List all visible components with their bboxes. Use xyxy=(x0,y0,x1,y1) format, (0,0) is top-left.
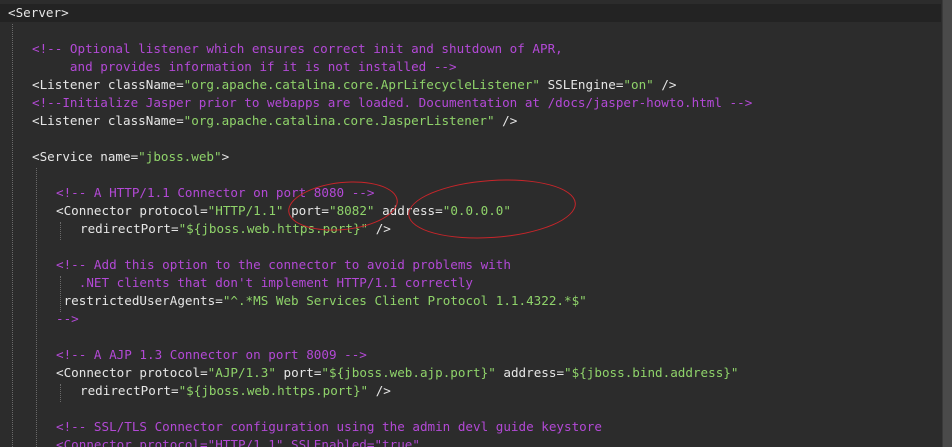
code-line[interactable]: <Listener className="org.apache.catalina… xyxy=(32,112,517,130)
code-token-cmt: --> xyxy=(56,311,79,326)
code-token-cmt: <!-- A HTTP/1.1 Connector on port 8080 -… xyxy=(56,185,375,200)
code-token-val: "${jboss.web.https.port}" xyxy=(178,383,369,398)
code-line[interactable]: redirectPort="${jboss.web.https.port}" /… xyxy=(80,220,391,238)
code-token-attr: protocol= xyxy=(139,365,208,380)
code-line[interactable]: --> xyxy=(56,310,79,328)
code-token-val: "jboss.web" xyxy=(138,149,222,164)
code-token-val: "on" xyxy=(623,77,654,92)
code-token-tag: <Connector xyxy=(56,365,140,380)
code-token-attr: className= xyxy=(107,77,184,92)
code-token-cmt: <!-- Optional listener which ensures cor… xyxy=(32,41,563,56)
code-token-val: "${jboss.bind.address}" xyxy=(564,365,739,380)
code-token-tag: <Listener xyxy=(32,113,108,128)
code-token-val: "org.apache.catalina.core.JasperListener… xyxy=(183,113,495,128)
code-line[interactable]: <Connector protocol="AJP/1.3" port="${jb… xyxy=(56,364,738,382)
vertical-scrollbar[interactable] xyxy=(942,0,952,447)
code-token-cmt: <Connector protocol="HTTP/1.1" SSLEnable… xyxy=(56,437,420,447)
code-line[interactable]: <Listener className="org.apache.catalina… xyxy=(32,76,677,94)
code-token-tag: <Server> xyxy=(8,5,69,20)
code-line[interactable]: <!-- SSL/TLS Connector configuration usi… xyxy=(56,418,602,436)
code-line[interactable]: <!-- A HTTP/1.1 Connector on port 8080 -… xyxy=(56,184,374,202)
code-token-cmt: .NET clients that don't implement HTTP/1… xyxy=(56,275,474,290)
code-token-tag: /> xyxy=(653,77,677,92)
code-token-attr: SSLEngine= xyxy=(540,77,624,92)
code-token-val: "HTTP/1.1" xyxy=(207,203,284,218)
code-editor[interactable]: <Server> <!-- Optional listener which ens… xyxy=(0,0,952,447)
code-token-val: "${jboss.web.ajp.port}" xyxy=(321,365,496,380)
code-line[interactable]: <Service name="jboss.web"> xyxy=(32,148,229,166)
code-token-attr: address= xyxy=(495,365,565,380)
code-token-tag: <Listener xyxy=(32,77,108,92)
code-line[interactable]: restrictedUserAgents="^.*MS Web Services… xyxy=(56,292,587,310)
code-token-attr: className= xyxy=(107,113,184,128)
code-line[interactable]: <!--Initialize Jasper prior to webapps a… xyxy=(32,94,752,112)
code-line[interactable]: <!-- A AJP 1.3 Connector on port 8009 --… xyxy=(56,346,367,364)
code-token-tag: <Connector xyxy=(56,203,140,218)
code-line[interactable]: and provides information if it is not in… xyxy=(32,58,457,76)
code-token-attr: address= xyxy=(374,203,443,218)
code-token-attr: name= xyxy=(100,149,139,164)
code-token-attr: redirectPort= xyxy=(80,383,179,398)
code-line[interactable]: redirectPort="${jboss.web.https.port}" /… xyxy=(80,382,391,400)
code-token-attr: redirectPort= xyxy=(80,221,179,236)
code-line[interactable]: .NET clients that don't implement HTTP/1… xyxy=(56,274,473,292)
code-token-val: "AJP/1.3" xyxy=(207,365,276,380)
code-token-val: "0.0.0.0" xyxy=(442,203,511,218)
code-line[interactable]: <Server> xyxy=(8,4,69,22)
code-token-cmt: and provides information if it is not in… xyxy=(32,59,457,74)
code-token-attr: protocol= xyxy=(139,203,208,218)
code-token-tag: /> xyxy=(368,383,391,398)
code-line[interactable]: <Connector protocol="HTTP/1.1" SSLEnable… xyxy=(56,436,420,447)
code-line[interactable]: <Connector protocol="HTTP/1.1" port="808… xyxy=(56,202,511,220)
code-token-cmt: <!-- A AJP 1.3 Connector on port 8009 --… xyxy=(56,347,367,362)
code-token-attr: restrictedUserAgents= xyxy=(56,293,223,308)
code-token-tag: > xyxy=(221,149,230,164)
code-token-cmt: <!-- Add this option to the connector to… xyxy=(56,257,511,272)
code-token-val: "${jboss.web.https.port}" xyxy=(178,221,369,236)
code-text-area[interactable]: <Server> <!-- Optional listener which ens… xyxy=(0,0,941,447)
code-token-val: "org.apache.catalina.core.AprLifecycleLi… xyxy=(183,77,541,92)
code-token-val: "8082" xyxy=(328,203,375,218)
code-token-attr: port= xyxy=(283,203,329,218)
code-token-cmt: <!-- SSL/TLS Connector configuration usi… xyxy=(56,419,602,434)
code-token-tag: <Service xyxy=(32,149,101,164)
code-token-cmt: <!--Initialize Jasper prior to webapps a… xyxy=(32,95,753,110)
code-token-attr: port= xyxy=(275,365,322,380)
code-token-tag: /> xyxy=(368,221,391,236)
code-line[interactable]: <!-- Optional listener which ensures cor… xyxy=(32,40,563,58)
code-token-val: "^.*MS Web Services Client Protocol 1.1.… xyxy=(222,293,587,308)
code-line[interactable]: <!-- Add this option to the connector to… xyxy=(56,256,511,274)
code-token-tag: /> xyxy=(494,113,518,128)
